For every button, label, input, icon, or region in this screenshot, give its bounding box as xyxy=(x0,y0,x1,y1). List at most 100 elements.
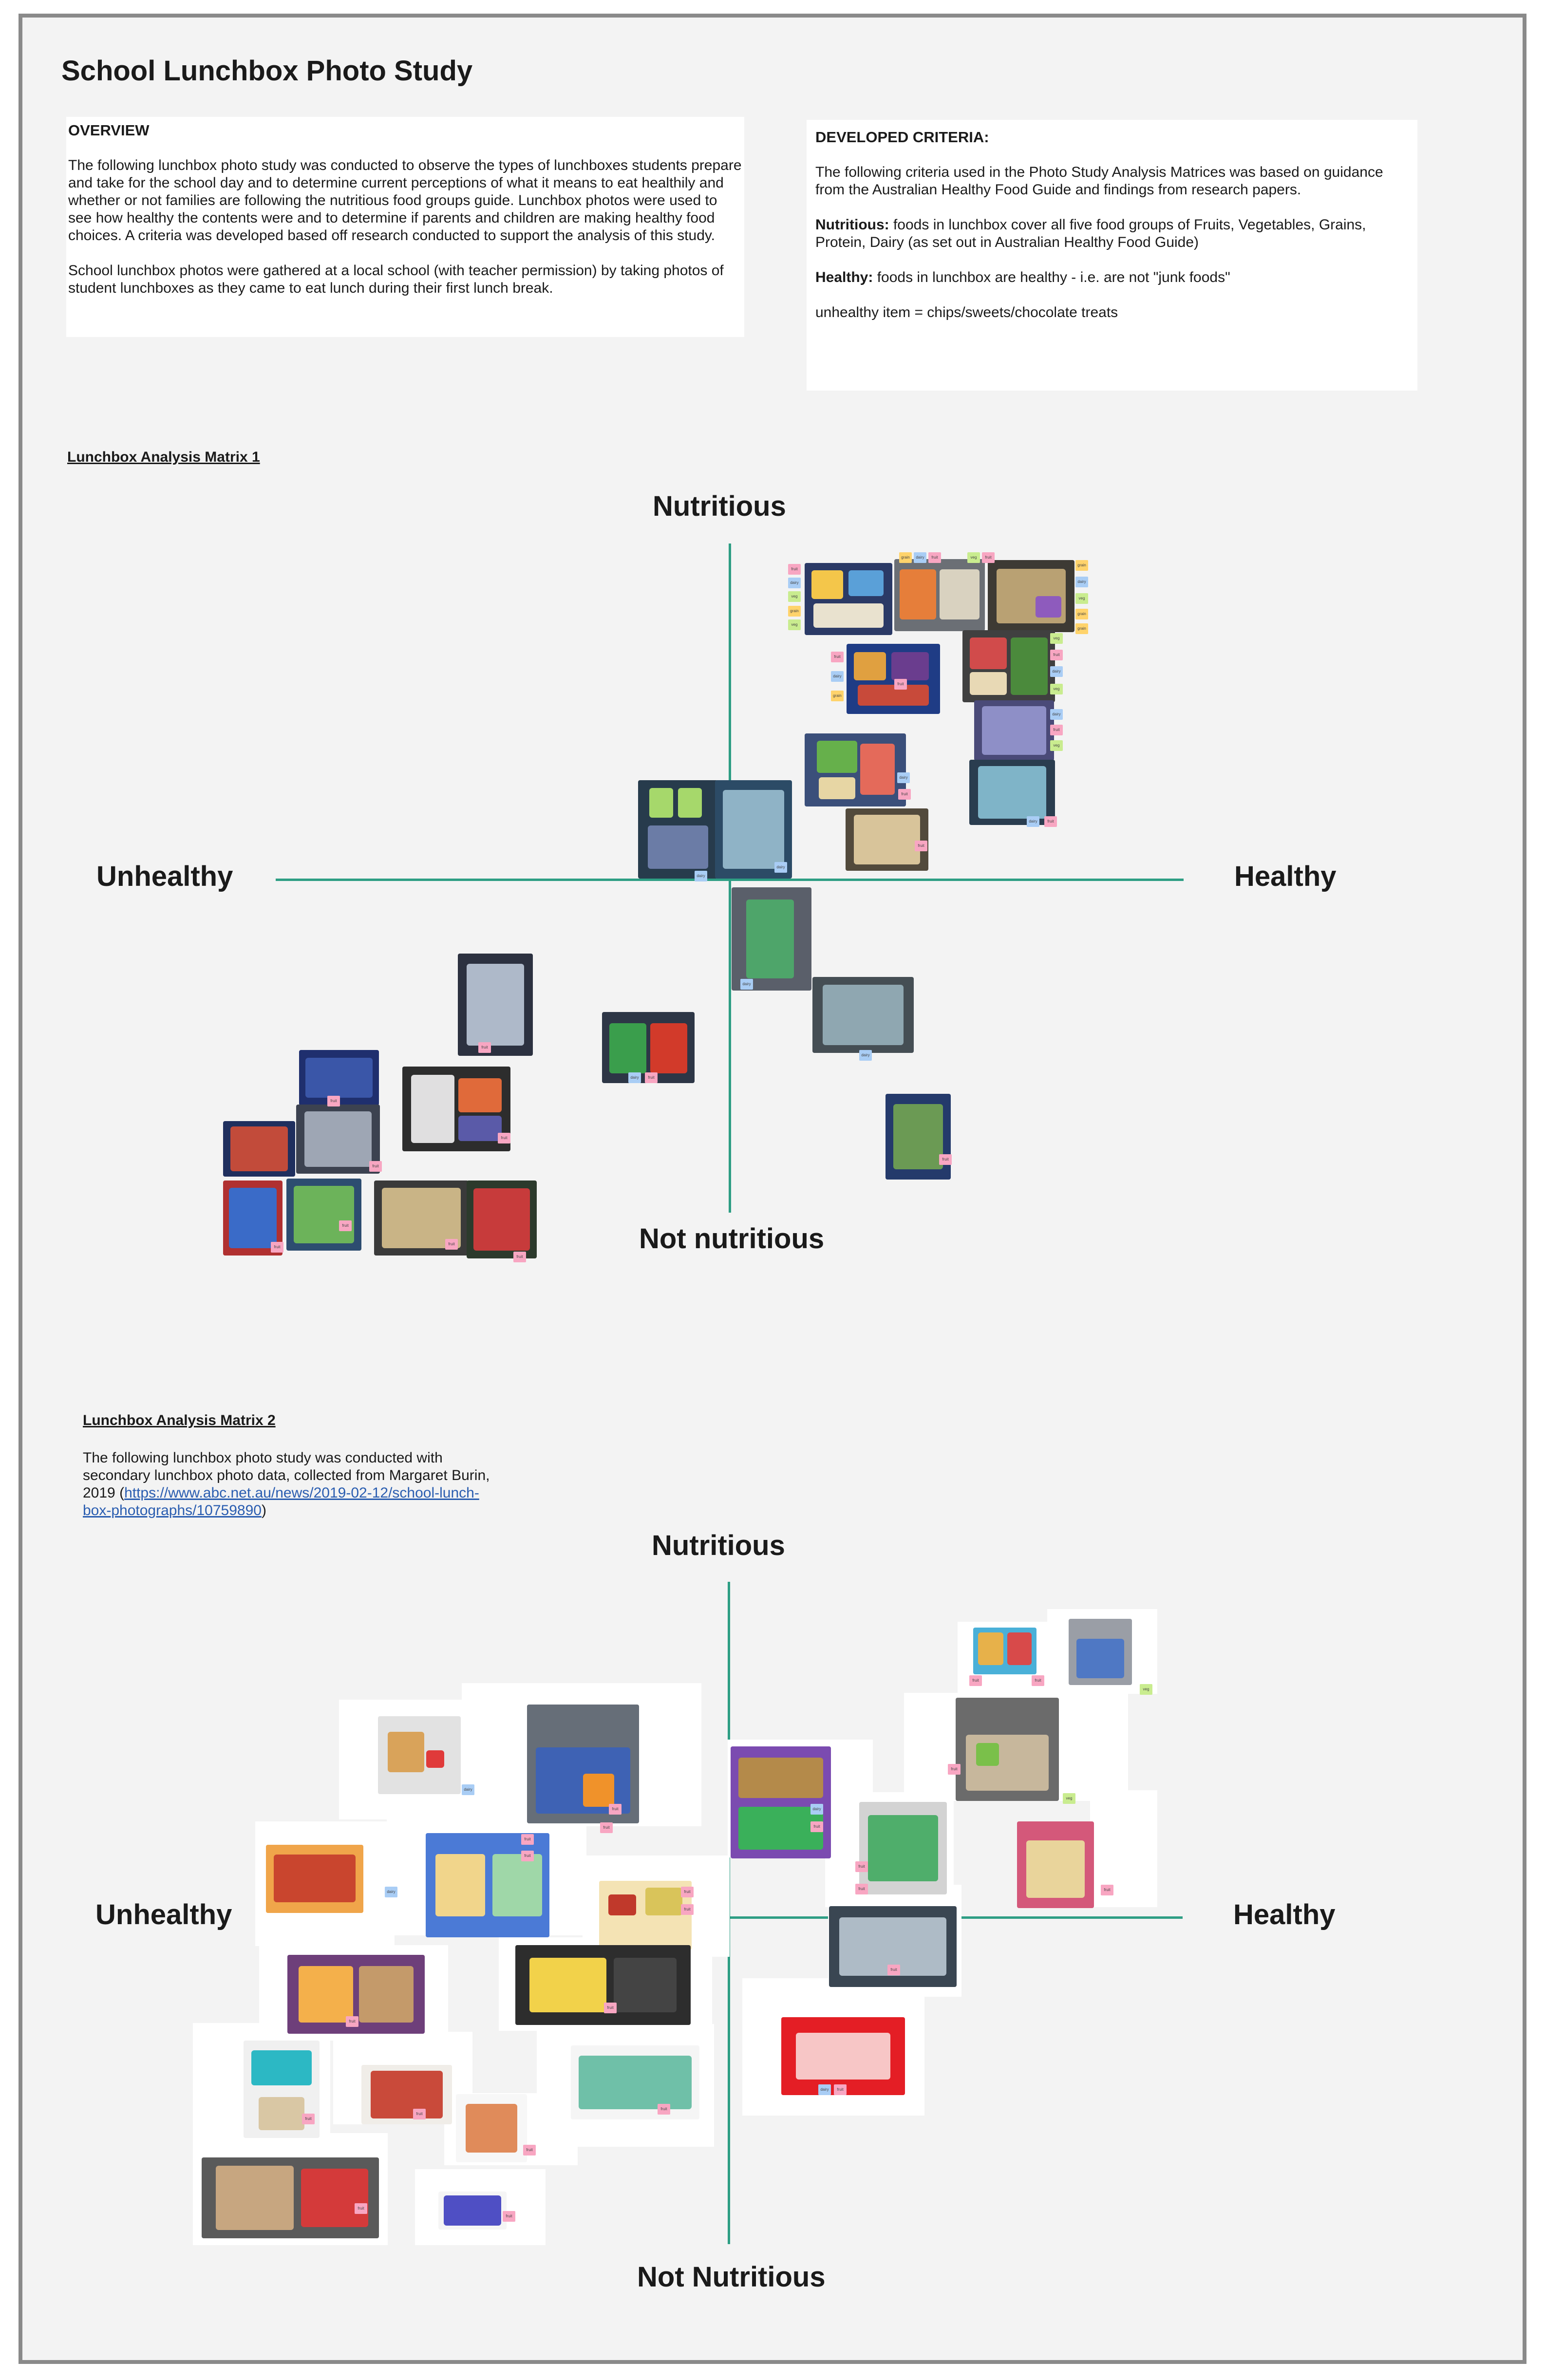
fruit-sticky-note: fruit xyxy=(513,1252,526,1262)
grain-sticky-note: grain xyxy=(899,552,912,563)
grain-sticky-note: grain xyxy=(788,606,801,617)
veg-sticky-note: veg xyxy=(967,552,980,563)
dairy-sticky-note: dairy xyxy=(1050,666,1063,677)
fruit-sticky-note: fruit xyxy=(1050,725,1063,735)
dairy-sticky-note: dairy xyxy=(831,671,844,682)
fruit-sticky-note: fruit xyxy=(810,1821,823,1832)
matrix2-label-right: Healthy xyxy=(1233,1899,1336,1930)
dairy-sticky-note: dairy xyxy=(695,871,707,881)
fruit-sticky-note: fruit xyxy=(982,552,995,563)
lunchbox-photo xyxy=(378,1716,461,1794)
criteria-note: DEVELOPED CRITERIA: The following criter… xyxy=(807,120,1417,391)
veg-sticky-note: veg xyxy=(1050,740,1063,751)
fruit-sticky-note: fruit xyxy=(600,1822,613,1833)
dairy-sticky-note: dairy xyxy=(774,862,787,873)
matrix2-source-link[interactable]: https://www.abc.net.au/news/2019-02-12/s… xyxy=(83,1485,479,1518)
fruit-sticky-note: fruit xyxy=(658,2104,670,2115)
criteria-nutritious: Nutritious: foods in lunchbox cover all … xyxy=(815,216,1409,251)
lunchbox-photo xyxy=(886,1094,951,1180)
lunchbox-photo xyxy=(515,1945,691,2025)
nutritious-term: Nutritious: xyxy=(815,217,889,233)
fruit-sticky-note: fruit xyxy=(681,1887,694,1897)
veg-sticky-note: veg xyxy=(788,619,801,630)
lunchbox-photo xyxy=(847,644,940,714)
lunchbox-photo xyxy=(781,2017,905,2095)
page-title: School Lunchbox Photo Study xyxy=(61,55,473,87)
fruit-sticky-note: fruit xyxy=(915,841,927,851)
lunchbox-photo xyxy=(426,1833,549,1937)
matrix1-title: Lunchbox Analysis Matrix 1 xyxy=(67,449,260,465)
fruit-sticky-note: fruit xyxy=(948,1764,961,1775)
fruit-sticky-note: fruit xyxy=(831,652,844,662)
grain-sticky-note: grain xyxy=(1075,560,1088,571)
fruit-sticky-note: fruit xyxy=(271,1242,283,1253)
fruit-sticky-note: fruit xyxy=(413,2109,426,2119)
lunchbox-photo xyxy=(962,630,1055,702)
matrix2-label-top: Nutritious xyxy=(652,1530,785,1561)
fruit-sticky-note: fruit xyxy=(681,1904,694,1915)
matrix1-label-top: Nutritious xyxy=(653,490,786,522)
dairy-sticky-note: dairy xyxy=(462,1784,474,1795)
lunchbox-photo xyxy=(731,1746,831,1858)
fruit-sticky-note: fruit xyxy=(445,1239,458,1250)
fruit-sticky-note: fruit xyxy=(855,1861,868,1872)
fruit-sticky-note: fruit xyxy=(339,1220,352,1231)
fruit-sticky-note: fruit xyxy=(498,1133,510,1143)
lunchbox-photo xyxy=(402,1067,510,1151)
dairy-sticky-note: dairy xyxy=(740,979,753,990)
lunchbox-photo xyxy=(1017,1821,1094,1908)
healthy-definition: foods in lunchbox are healthy - i.e. are… xyxy=(873,269,1230,285)
dairy-sticky-note: dairy xyxy=(385,1887,397,1897)
fruit-sticky-note: fruit xyxy=(855,1884,868,1894)
lunchbox-photo xyxy=(812,977,914,1053)
fruit-sticky-note: fruit xyxy=(969,1675,982,1686)
lunchbox-photo xyxy=(438,2192,507,2230)
lunchbox-photo xyxy=(527,1705,639,1823)
lunchbox-photo xyxy=(805,563,892,635)
lunchbox-photo xyxy=(859,1802,947,1894)
fruit-sticky-note: fruit xyxy=(1050,650,1063,660)
fruit-sticky-note: fruit xyxy=(894,679,907,690)
nutritious-definition: foods in lunchbox cover all five food gr… xyxy=(815,217,1366,250)
veg-sticky-note: veg xyxy=(1075,593,1088,604)
fruit-sticky-note: fruit xyxy=(834,2084,847,2095)
lunchbox-photo xyxy=(1069,1619,1132,1685)
lunchbox-photo xyxy=(296,1105,380,1174)
grain-sticky-note: grain xyxy=(831,691,844,701)
lunchbox-photo xyxy=(266,1845,363,1913)
matrix2-intro-close: ) xyxy=(261,1502,266,1518)
lunchbox-photo xyxy=(223,1121,295,1177)
dairy-sticky-note: dairy xyxy=(1050,709,1063,720)
fruit-sticky-note: fruit xyxy=(503,2211,515,2222)
fruit-sticky-note: fruit xyxy=(604,2003,617,2013)
matrix1-label-left: Unhealthy xyxy=(96,861,233,892)
fruit-sticky-note: fruit xyxy=(521,1851,534,1861)
fruit-sticky-note: fruit xyxy=(609,1804,622,1815)
fruit-sticky-note: fruit xyxy=(928,552,941,563)
grain-sticky-note: grain xyxy=(1075,623,1088,634)
fruit-sticky-note: fruit xyxy=(369,1161,382,1172)
veg-sticky-note: veg xyxy=(1063,1793,1075,1804)
lunchbox-photo xyxy=(202,2157,379,2238)
fruit-sticky-note: fruit xyxy=(788,564,801,575)
overview-note: OVERVIEW The following lunchbox photo st… xyxy=(66,117,744,337)
overview-paragraph-2: School lunchbox photos were gathered at … xyxy=(68,262,724,296)
lunchbox-photo xyxy=(805,733,906,806)
healthy-term: Healthy: xyxy=(815,269,873,285)
lunchbox-photo xyxy=(286,1179,361,1251)
lunchbox-photo xyxy=(969,760,1055,825)
dairy-sticky-note: dairy xyxy=(818,2084,831,2095)
veg-sticky-note: veg xyxy=(1140,1684,1152,1695)
lunchbox-photo xyxy=(638,780,718,879)
fruit-sticky-note: fruit xyxy=(1032,1675,1044,1686)
veg-sticky-note: veg xyxy=(788,591,801,602)
matrix2-label-bottom: Not Nutritious xyxy=(637,2261,826,2293)
fruit-sticky-note: fruit xyxy=(887,1965,900,1975)
fruit-sticky-note: fruit xyxy=(302,2114,315,2124)
overview-paragraph-1: The following lunchbox photo study was c… xyxy=(68,157,742,244)
matrix1-label-bottom: Not nutritious xyxy=(639,1223,825,1255)
veg-sticky-note: veg xyxy=(1050,684,1063,694)
lunchbox-photo xyxy=(973,1628,1036,1674)
fruit-sticky-note: fruit xyxy=(645,1072,658,1083)
dairy-sticky-note: dairy xyxy=(859,1050,872,1061)
